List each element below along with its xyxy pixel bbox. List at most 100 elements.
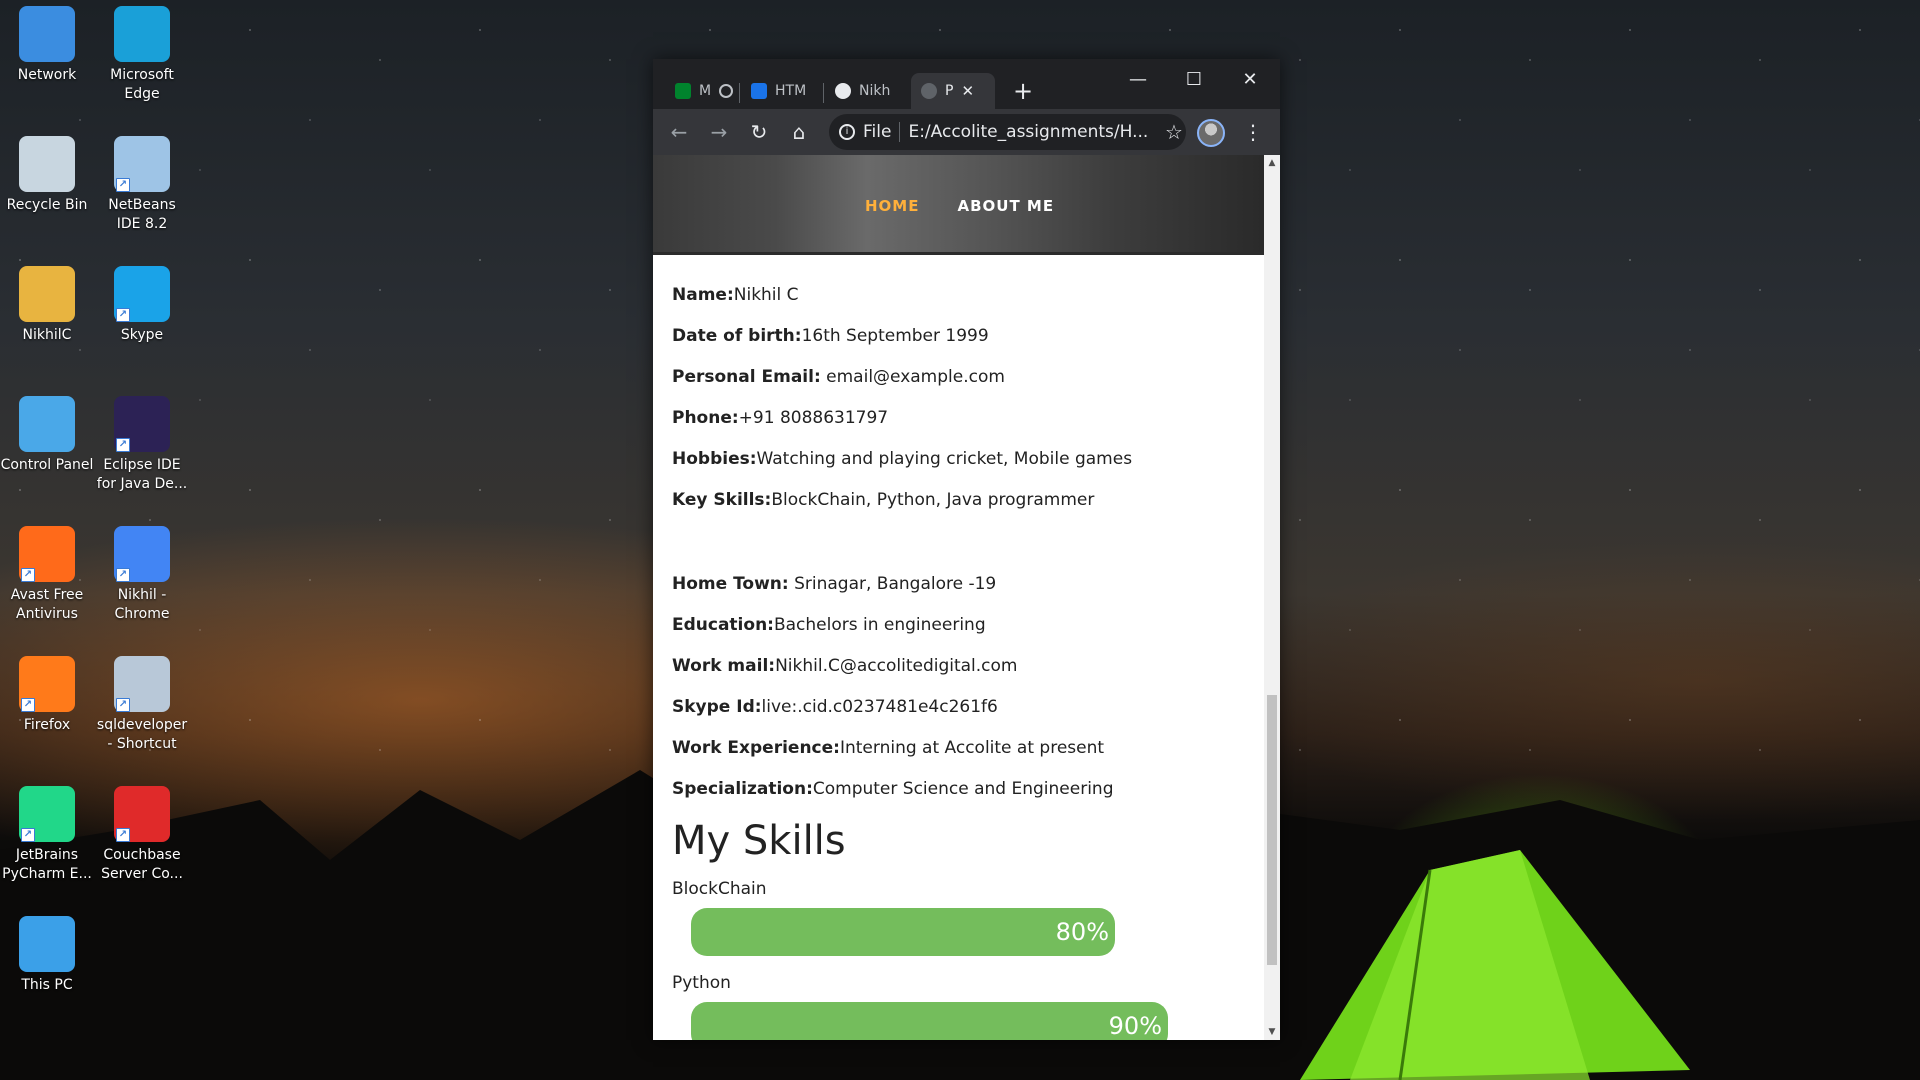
tab-separator <box>739 83 740 103</box>
desktop-icon-label: Control Panel <box>0 457 94 473</box>
back-button[interactable]: ← <box>665 118 693 146</box>
info-icon[interactable]: i <box>839 124 855 140</box>
desktop-icon[interactable]: Recycle Bin <box>0 130 94 215</box>
desktop-icon[interactable]: Network <box>0 0 94 85</box>
tab-meet[interactable]: M <box>665 73 737 109</box>
minimize-button[interactable]: — <box>1110 59 1166 99</box>
desktop-icon[interactable]: ↗ JetBrains PyCharm E... <box>0 780 94 884</box>
shortcut-arrow-icon: ↗ <box>116 178 130 192</box>
desktop-icon-label: NetBeans IDE 8.2 <box>108 197 176 232</box>
profile-avatar[interactable] <box>1197 119 1225 147</box>
info-key: Education: <box>672 615 774 635</box>
info-key: Skype Id: <box>672 697 762 717</box>
info-key: Personal Email: <box>672 367 821 387</box>
menu-button[interactable]: ⋮ <box>1239 118 1267 146</box>
globe-icon <box>921 83 937 99</box>
app-icon: ↗ <box>114 136 170 192</box>
desktop-icon[interactable]: This PC <box>0 910 94 995</box>
info-key: Date of birth: <box>672 326 802 346</box>
home-button[interactable]: ⌂ <box>785 118 813 146</box>
info-row: Name:Nikhil C <box>672 277 1264 318</box>
info-row: Work mail:Nikhil.C@accolitedigital.com <box>672 648 1264 689</box>
desktop-icon-label: Avast Free Antivirus <box>10 587 84 622</box>
info-row: Personal Email: email@example.com <box>672 359 1264 400</box>
arrow-left-icon: ← <box>670 120 688 144</box>
new-tab-button[interactable]: + <box>1013 79 1033 103</box>
page-viewport: HOME ABOUT ME Name:Nikhil C Date of birth… <box>653 155 1264 1040</box>
desktop-icon-label: JetBrains PyCharm E... <box>2 847 92 882</box>
info-value: Nikhil.C@accolitedigital.com <box>775 656 1018 676</box>
app-icon: ↗ <box>19 526 75 582</box>
info-value: Computer Science and Engineering <box>812 779 1114 799</box>
skill-bar-fill: 90% <box>691 1002 1168 1040</box>
app-icon <box>19 396 75 452</box>
info-key: Name: <box>672 285 734 305</box>
tab-title: Nikh <box>859 83 891 99</box>
app-icon: ↗ <box>19 786 75 842</box>
app-icon: ↗ <box>114 786 170 842</box>
app-icon <box>19 916 75 972</box>
info-value: Srinagar, Bangalore -19 <box>788 574 997 594</box>
desktop-icon[interactable]: ↗ Nikhil - Chrome <box>95 520 189 624</box>
forward-button[interactable]: → <box>705 118 733 146</box>
shortcut-arrow-icon: ↗ <box>116 568 130 582</box>
desktop-icon[interactable]: Microsoft Edge <box>95 0 189 104</box>
nav-home[interactable]: HOME <box>865 197 919 215</box>
reload-button[interactable]: ↻ <box>745 118 773 146</box>
tab-github[interactable]: Nikh <box>825 73 905 109</box>
profile-info: Name:Nikhil C Date of birth:16th Septembe… <box>653 255 1264 1040</box>
maximize-button[interactable]: ☐ <box>1166 59 1222 99</box>
site-nav: HOME ABOUT ME <box>865 197 1054 215</box>
info-row: Work Experience:Interning at Accolite at… <box>672 730 1264 771</box>
skill-name: BlockChain <box>672 879 767 899</box>
shortcut-arrow-icon: ↗ <box>116 698 130 712</box>
skill-bar-track: 90% <box>691 1002 1221 1040</box>
chrome-window: M HTM Nikh P ✕ + — ☐ ✕ ← → ↻ ⌂ i File E:… <box>653 59 1280 1040</box>
info-value: Interning at Accolite at present <box>839 738 1105 758</box>
app-icon: ↗ <box>114 396 170 452</box>
info-row: Key Skills:BlockChain, Python, Java prog… <box>672 482 1264 523</box>
bookmark-star-button[interactable]: ☆ <box>1160 118 1188 146</box>
classroom-icon <box>751 83 767 99</box>
tab-html[interactable]: HTM <box>741 73 821 109</box>
info-value: Watching and playing cricket, Mobile gam… <box>756 449 1133 469</box>
info-value: email@example.com <box>820 367 1005 387</box>
desktop-icon[interactable]: Control Panel <box>0 390 94 475</box>
shortcut-arrow-icon: ↗ <box>116 308 130 322</box>
desktop-icon[interactable]: ↗ Skype <box>95 260 189 345</box>
tab-title: HTM <box>775 83 807 99</box>
arrow-right-icon: → <box>710 120 728 144</box>
tab-active[interactable]: P ✕ <box>911 73 995 109</box>
scroll-down-arrow-icon[interactable]: ▼ <box>1264 1024 1280 1040</box>
kebab-menu-icon: ⋮ <box>1243 120 1263 144</box>
url-text[interactable]: E:/Accolite_assignments/H... <box>908 122 1148 142</box>
address-bar[interactable]: i File E:/Accolite_assignments/H... <box>829 114 1186 150</box>
desktop-icon[interactable]: NikhilC <box>0 260 94 345</box>
desktop-icon[interactable]: ↗ Eclipse IDE for Java De... <box>95 390 189 494</box>
nav-about[interactable]: ABOUT ME <box>957 197 1054 215</box>
info-key: Specialization: <box>672 779 813 799</box>
close-tab-icon[interactable]: ✕ <box>961 82 974 100</box>
app-icon: ↗ <box>114 266 170 322</box>
info-value: 16th September 1999 <box>801 326 989 346</box>
info-row: Phone:+91 8088631797 <box>672 400 1264 441</box>
info-row: Hobbies:Watching and playing cricket, Mo… <box>672 441 1264 482</box>
page-scrollbar[interactable]: ▲ ▼ <box>1264 155 1280 1040</box>
skill-bar-fill: 80% <box>691 908 1115 956</box>
desktop-icon[interactable]: ↗ Couchbase Server Co... <box>95 780 189 884</box>
desktop-icon-label: Microsoft Edge <box>110 67 174 102</box>
recording-dot-icon <box>719 84 734 98</box>
info-value: live:.cid.c0237481e4c261f6 <box>761 697 998 717</box>
tab-title: P <box>945 83 954 99</box>
close-window-button[interactable]: ✕ <box>1222 59 1278 99</box>
scheme-label: File <box>863 122 892 142</box>
desktop-icon-label: Couchbase Server Co... <box>101 847 183 882</box>
desktop-icon[interactable]: ↗ Avast Free Antivirus <box>0 520 94 624</box>
star-icon: ☆ <box>1165 120 1183 144</box>
desktop-icon[interactable]: ↗ sqldeveloper - Shortcut <box>95 650 189 754</box>
desktop-icon[interactable]: ↗ Firefox <box>0 650 94 735</box>
scroll-up-arrow-icon[interactable]: ▲ <box>1264 155 1280 171</box>
tab-title: M <box>699 83 712 99</box>
desktop-icon[interactable]: ↗ NetBeans IDE 8.2 <box>95 130 189 234</box>
scroll-thumb[interactable] <box>1267 695 1277 965</box>
